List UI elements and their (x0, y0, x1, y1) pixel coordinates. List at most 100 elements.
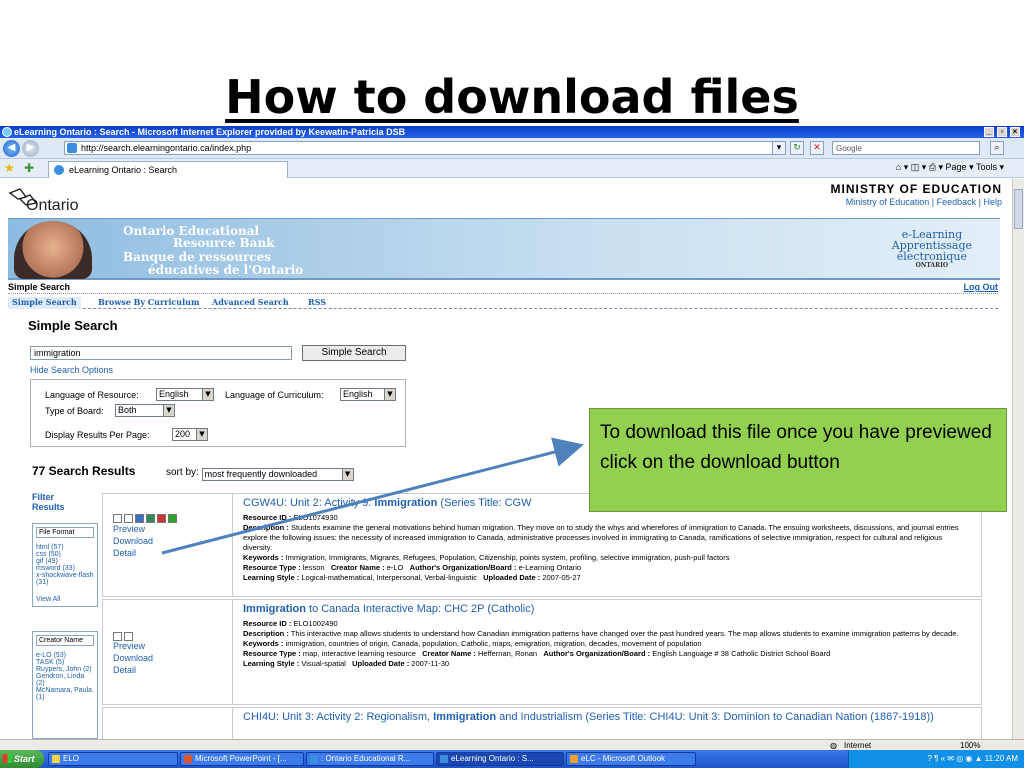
board-select[interactable]: Both ▼ (115, 404, 175, 417)
logout-link[interactable]: Log Out (964, 282, 999, 292)
banner-line4: éducatives de l'Ontario (148, 263, 304, 277)
stop-button[interactable]: ✕ (810, 141, 824, 155)
nav-simple-search[interactable]: Simple Search (8, 297, 81, 309)
close-window-button[interactable]: × (1010, 127, 1020, 137)
tab-elearning[interactable]: eLearning Ontario : Search (48, 161, 288, 178)
elogo-line3: électronique (896, 250, 968, 263)
nav-browse-curriculum[interactable]: Browse By Curriculum (98, 297, 199, 307)
chevron-down-icon: ▼ (341, 469, 353, 480)
refresh-button[interactable]: ↻ (790, 141, 804, 155)
ie-icon (440, 755, 448, 763)
task-outlook[interactable]: eLC - Microsoft Outlook (566, 752, 696, 766)
sort-select[interactable]: most frequently downloaded ▼ (201, 468, 354, 481)
task-powerpoint[interactable]: Microsoft PowerPoint - [... (180, 752, 304, 766)
window-title: eLearning Ontario : Search - Microsoft I… (14, 127, 406, 137)
task-elo[interactable]: ELO (48, 752, 178, 766)
tray-icons: ? ¶ « ✉ ◎ ◉ ▲ (927, 754, 985, 763)
result-item: Preview Download Detail Immigration to C… (102, 599, 982, 705)
uploaded-label: Uploaded Date : (352, 659, 410, 668)
filter-item[interactable]: x-shockwave-flash (31) (36, 572, 94, 586)
nav-rss[interactable]: RSS (308, 297, 326, 307)
task-elearning[interactable]: eLearning Ontario : S... (436, 752, 564, 766)
ie-app-icon (2, 127, 12, 137)
add-favorite-icon[interactable]: ✚ (24, 161, 34, 175)
resource-id-row: Resource ID : ELO1002490 (243, 619, 968, 629)
filter-item[interactable]: gif (49) (36, 558, 94, 565)
filter-item[interactable]: Gendron, Linda (2) (36, 673, 94, 687)
print-icon[interactable]: ⎙ ▾ (929, 162, 943, 172)
filter-item[interactable]: html (57) (36, 544, 94, 551)
tools-menu[interactable]: Tools ▾ (976, 162, 1004, 172)
scrollbar-thumb[interactable] (1014, 189, 1023, 229)
minimize-button[interactable]: _ (984, 127, 994, 137)
maximize-button[interactable]: ▫ (997, 127, 1007, 137)
start-button[interactable]: Start (0, 750, 44, 768)
css-file-icon (124, 514, 133, 523)
vertical-scrollbar[interactable] (1012, 179, 1024, 739)
search-input[interactable]: Google (832, 141, 980, 155)
link-ministry[interactable]: Ministry of Education (846, 197, 930, 207)
page-menu[interactable]: Page ▾ (946, 162, 974, 172)
lang-resource-select[interactable]: English ▼ (156, 388, 214, 401)
filter-item[interactable]: TASK (5) (36, 659, 94, 666)
board-label: Type of Board: (45, 406, 104, 416)
preview-link[interactable]: Preview (113, 640, 145, 652)
home-icon[interactable]: ⌂ ▾ (896, 162, 908, 172)
window-titlebar: eLearning Ontario : Search - Microsoft I… (0, 126, 1024, 138)
filter-item[interactable]: msword (33) (36, 565, 94, 572)
zoom-level[interactable]: 100% (960, 741, 980, 750)
forward-button[interactable]: ▶ (22, 140, 39, 157)
result-actions: Preview Download Detail (103, 494, 233, 596)
download-link[interactable]: Download (113, 535, 153, 547)
url-field[interactable]: http://search.elearningontario.ca/index.… (64, 141, 784, 155)
result-details: Resource ID : ELO1074930 Description : S… (243, 513, 968, 583)
detail-link[interactable]: Detail (113, 547, 136, 559)
result-title[interactable]: CHI4U: Unit 3: Activity 2: Regionalism, … (243, 711, 973, 724)
result-item: CHI4U: Unit 3: Activity 2: Regionalism, … (102, 707, 982, 739)
detail-link[interactable]: Detail (113, 664, 136, 676)
search-icon[interactable]: ⌕ (990, 141, 1004, 155)
filter-creator-title: Creator Name (36, 635, 94, 646)
result-count: 77 Search Results (32, 464, 136, 478)
filter-item[interactable]: css (50) (36, 551, 94, 558)
filter-item[interactable]: Ruypers, John (2) (36, 666, 94, 673)
back-button[interactable]: ◀ (3, 140, 20, 157)
uploaded-value: 2007-11-30 (411, 659, 450, 668)
favorites-star-icon[interactable]: ★ (4, 161, 15, 175)
breadcrumb: Simple Search Log Out (8, 282, 998, 294)
url-dropdown-button[interactable]: ▾ (772, 141, 786, 155)
search-options-panel: Language of Resource: English ▼ Language … (30, 379, 406, 447)
result-title[interactable]: Immigration to Canada Interactive Map: C… (243, 603, 973, 616)
chevron-down-icon: ▼ (384, 389, 395, 400)
hide-options-link[interactable]: Hide Search Options (30, 365, 113, 375)
instruction-callout: To download this file once you have prev… (589, 408, 1007, 512)
view-all-link[interactable]: View All (36, 596, 94, 603)
filter-item[interactable]: McNamara, Paula (1) (36, 687, 94, 701)
nav-advanced-search[interactable]: Advanced Search (212, 297, 289, 307)
ministry-heading: MINISTRY OF EDUCATION (830, 182, 1002, 196)
description-label: Description : (243, 523, 289, 532)
simple-search-button[interactable]: Simple Search (302, 345, 406, 361)
feeds-icon[interactable]: ◫ ▾ (911, 162, 927, 172)
preview-link[interactable]: Preview (113, 523, 145, 535)
word-file-icon (135, 514, 144, 523)
lang-curriculum-select[interactable]: English ▼ (340, 388, 396, 401)
logo-text: Ontario (26, 197, 79, 214)
lang-resource-label: Language of Resource: (45, 390, 139, 400)
org-label: Author's Organization/Board : (409, 563, 517, 572)
lang-curriculum-label: Language of Curriculum: (225, 390, 324, 400)
page-menu-label: Page (945, 162, 967, 172)
link-help[interactable]: Help (983, 197, 1002, 207)
query-input[interactable]: immigration (30, 346, 292, 360)
per-page-select[interactable]: 200 ▼ (172, 428, 208, 441)
creator-label: Creator Name : (330, 563, 385, 572)
filter-item[interactable]: e-LO (53) (36, 652, 94, 659)
file-type-icons (113, 510, 223, 523)
link-feedback[interactable]: Feedback (937, 197, 977, 207)
download-link[interactable]: Download (113, 652, 153, 664)
task-label: eLC - Microsoft Outlook (581, 754, 666, 763)
tab-label: eLearning Ontario : Search (69, 165, 178, 175)
per-page-label: Display Results Per Page: (45, 430, 150, 440)
task-ontario-educational[interactable]: : Ontario Educational R... (306, 752, 434, 766)
powerpoint-icon (184, 755, 192, 763)
